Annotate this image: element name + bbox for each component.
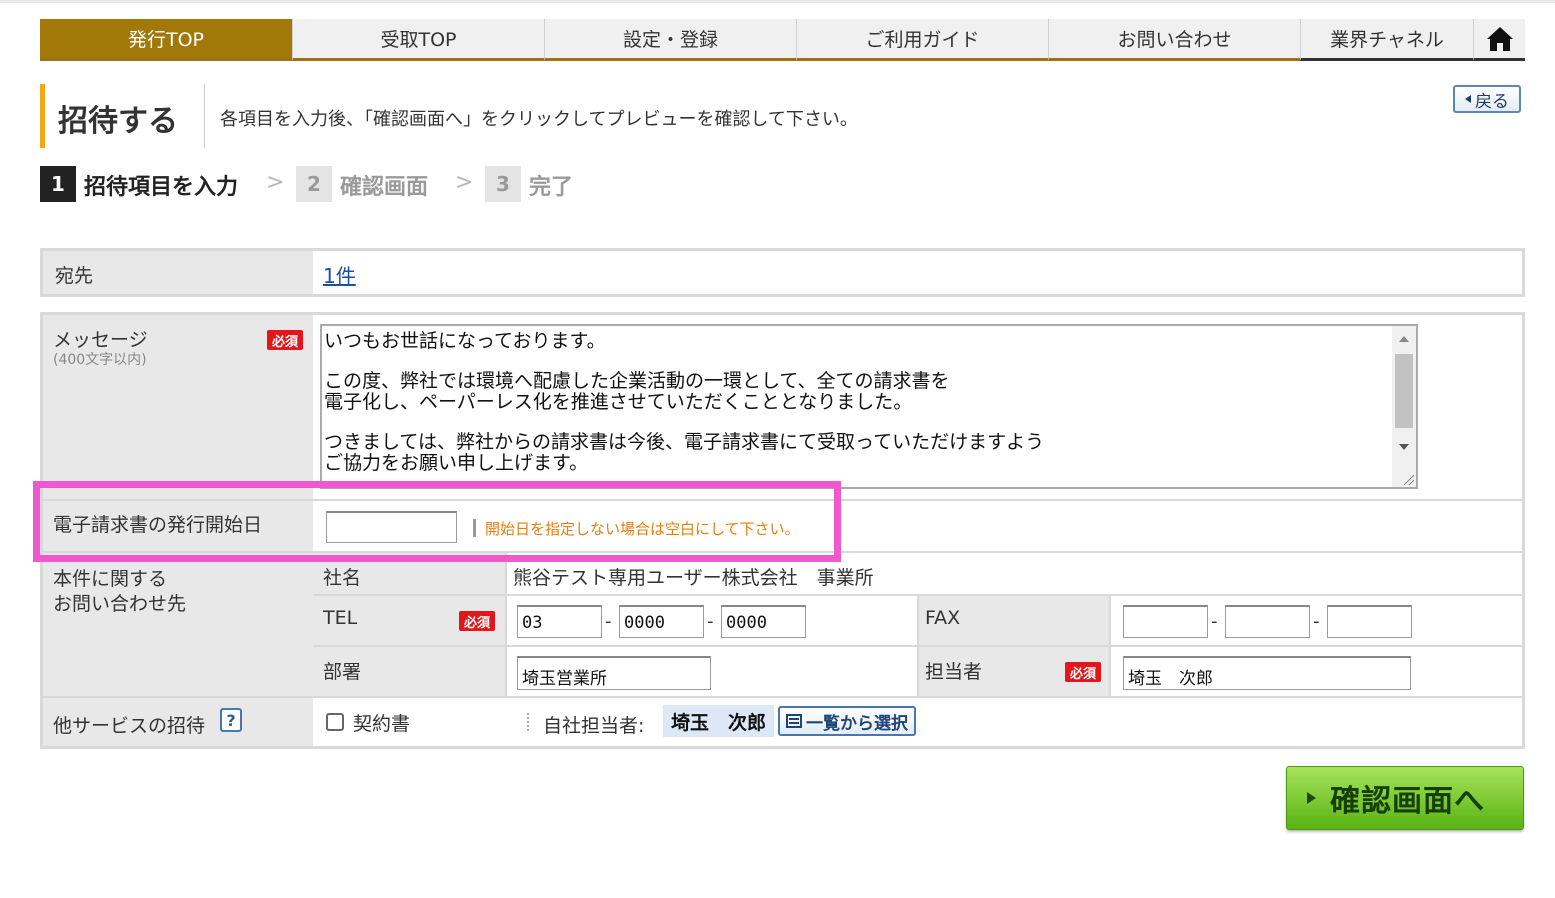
tel-part-2[interactable]: 0000 (619, 605, 704, 638)
contract-checkbox[interactable] (326, 713, 344, 731)
help-icon[interactable]: ? (220, 708, 242, 732)
confirm-button-label: 確認画面へ (1330, 784, 1485, 819)
fax-label: FAX (925, 607, 961, 629)
recipient-count-link[interactable]: 1件 (323, 260, 356, 289)
tel-part-1[interactable]: 03 (517, 605, 602, 638)
title-accent-bar (40, 84, 45, 148)
tab-contact[interactable]: お問い合わせ (1048, 19, 1300, 61)
separator (527, 713, 530, 731)
title-divider (204, 84, 205, 148)
tab-issue-top[interactable]: 発行TOP (40, 19, 292, 61)
person-input[interactable]: 埼玉 次郎 (1123, 656, 1411, 690)
resize-handle-icon[interactable] (1404, 475, 1414, 485)
step-3-number: 3 (485, 166, 521, 202)
message-sublabel: (400文字以内) (53, 352, 147, 368)
tab-receive-top[interactable]: 受取TOP (292, 19, 544, 61)
message-line: いつもお世話になっております。 (324, 330, 606, 352)
tab-label: 設定・登録 (622, 29, 718, 51)
step-1-number: 1 (40, 166, 76, 202)
tab-label: ご利用ガイド (865, 29, 980, 51)
select-from-list-button[interactable]: 一覧から選択 (778, 706, 916, 736)
step-arrow-icon: > (455, 170, 474, 195)
step-2-label: 確認画面 (340, 175, 429, 200)
select-button-label: 一覧から選択 (806, 713, 908, 734)
tab-industry-channel[interactable]: 業界チャネル (1300, 19, 1473, 61)
back-arrow-icon (1465, 95, 1471, 103)
recipient-table: 宛先 1件 (40, 248, 1525, 297)
fax-part-1[interactable] (1123, 605, 1208, 638)
highlight-box (33, 481, 841, 562)
contact-label-line2: お問い合わせ先 (53, 593, 187, 615)
row-divider (43, 696, 1522, 698)
step-3-label: 完了 (529, 175, 574, 200)
back-button[interactable]: 戻る (1453, 85, 1521, 113)
col-divider (505, 553, 507, 696)
required-badge: 必須 (267, 330, 303, 350)
play-arrow-icon (1307, 792, 1316, 804)
recipient-label: 宛先 (55, 265, 94, 287)
fax-dash: - (1211, 611, 1218, 632)
back-label: 戻る (1475, 91, 1509, 112)
company-label: 社名 (323, 567, 362, 589)
company-value: 熊谷テスト専用ユーザー株式会社 事業所 (513, 567, 874, 589)
fax-part-3[interactable] (1327, 605, 1412, 638)
tel-dash: - (605, 611, 612, 632)
tab-settings[interactable]: 設定・登録 (544, 19, 796, 61)
message-label: メッセージ (53, 329, 148, 351)
message-line: 電子化し、ペーパーレス化を推進させていただくこととなりました。 (324, 391, 913, 413)
staff-name: 埼玉 次郎 (663, 705, 775, 737)
home-icon (1486, 26, 1513, 51)
list-icon (786, 714, 802, 728)
home-button[interactable] (1473, 19, 1525, 61)
top-border (0, 0, 1555, 3)
global-nav: 発行TOP 受取TOP 設定・登録 ご利用ガイド お問い合わせ 業界チャネル (40, 19, 1525, 61)
dept-input[interactable]: 埼玉営業所 (517, 656, 711, 690)
scroll-up-icon[interactable] (1399, 336, 1409, 342)
person-label: 担当者 (925, 661, 983, 683)
step-1-label: 招待項目を入力 (84, 175, 239, 200)
dept-label: 部署 (323, 661, 362, 683)
fax-dash: - (1313, 611, 1320, 632)
other-service-label: 他サービスの招待 (53, 715, 206, 737)
textarea-scrollbar[interactable] (1392, 326, 1416, 487)
step-arrow-icon: > (266, 170, 285, 195)
tab-label: お問い合わせ (1117, 29, 1232, 51)
staff-label: 自社担当者: (543, 715, 645, 737)
confirm-screen-button[interactable]: 確認画面へ (1286, 766, 1524, 830)
col-divider (1109, 596, 1111, 696)
scroll-thumb[interactable] (1395, 354, 1413, 428)
required-badge: 必須 (459, 611, 495, 631)
step-2-number: 2 (296, 166, 332, 202)
message-line: ご協力をお願い申し上げます。 (324, 452, 589, 474)
tab-guide[interactable]: ご利用ガイド (796, 19, 1048, 61)
tel-label: TEL (323, 607, 358, 629)
message-textarea[interactable]: いつもお世話になっております。 この度、弊社では環境へ配慮した企業活動の一環とし… (320, 324, 1418, 489)
scroll-down-icon[interactable] (1399, 444, 1409, 450)
page-instruction: 各項目を入力後、「確認画面へ」をクリックしてプレビューを確認して下さい。 (220, 109, 858, 130)
tab-label: 発行TOP (127, 29, 205, 51)
tel-dash: - (707, 611, 714, 632)
contract-checkbox-label: 契約書 (353, 713, 411, 735)
tab-label: 受取TOP (380, 29, 457, 51)
page-title: 招待する (58, 104, 178, 139)
fax-part-2[interactable] (1225, 605, 1310, 638)
contact-label-line1: 本件に関する (53, 568, 168, 590)
col-divider (917, 596, 919, 696)
required-badge: 必須 (1065, 662, 1101, 682)
tel-part-3[interactable]: 0000 (721, 605, 806, 638)
tab-label: 業界チャネル (1330, 29, 1444, 51)
